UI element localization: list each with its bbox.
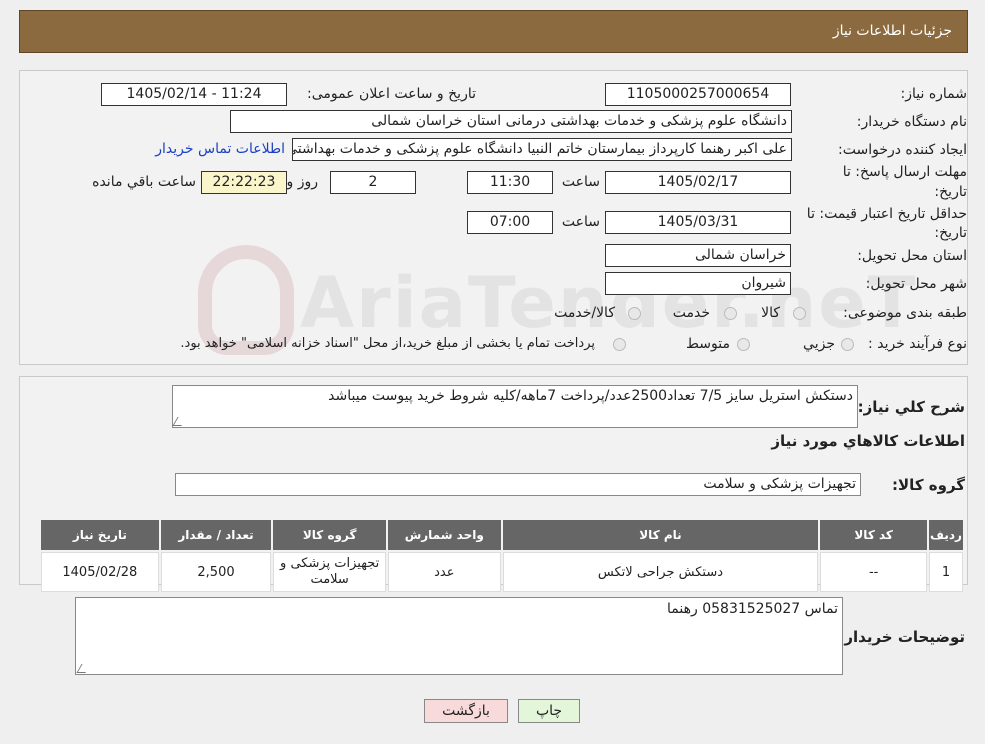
deadline-time-field[interactable]: 11:30 [467,171,553,194]
deadline-label: مهلت ارسال پاسخ: تا [842,164,967,180]
col-group: گروه کالا [273,520,386,550]
col-date: تاریخ نیاز [41,520,159,550]
validity-date-field[interactable]: 1405/03/31 [605,211,791,234]
process-radio-medium[interactable] [737,338,750,351]
description-field[interactable]: دستکش استریل سایز 7/5 تعداد2500عدد/پرداخ… [172,385,858,428]
deadline-label-date: تاریخ: [934,184,967,200]
days-label: روز و [286,174,319,190]
cell-name: دستکش جراحی لاتکس [502,552,819,592]
cell-group: تجهیزات پزشکی و سلامت [273,552,386,592]
table-row[interactable]: 1 -- دستکش جراحی لاتکس عدد تجهیزات پزشکی… [41,552,963,592]
process-option-small: جزیي [803,336,835,352]
buyer-org-label: نام دستگاه خریدار: [856,114,967,130]
table-header-row: ردیف کد کالا نام کالا واحد شمارش گروه کا… [41,520,963,550]
announce-field[interactable]: 1405/02/14 - 11:24 [101,83,287,106]
cell-row: 1 [928,552,963,592]
print-button[interactable]: چاپ [518,699,580,723]
buyer-notes-field[interactable]: تماس 05831525027 رهنما [75,597,843,675]
process-radio-small[interactable] [841,338,854,351]
province-label: استان محل تحویل: [857,248,967,264]
validity-time-field[interactable]: 07:00 [467,211,553,234]
process-option-medium: متوسط [686,336,730,352]
requester-field[interactable]: علی اکبر رهنما کارپرداز بیمارستان خاتم ا… [292,138,792,161]
col-name: نام کالا [502,520,819,550]
city-label: شهر محل تحویل: [865,276,967,292]
province-field[interactable]: خراسان شمالی [605,244,791,267]
category-option-both: کالا/خدمت [554,305,615,321]
validity-label-date: تاریخ: [934,225,967,241]
col-quantity: تعداد / مقدار [160,520,272,550]
process-radio-treasury[interactable] [613,338,626,351]
city-field[interactable]: شیروان [605,272,791,295]
category-radio-service[interactable] [724,307,737,320]
col-unit: واحد شمارش [387,520,501,550]
deadline-date-field[interactable]: 1405/02/17 [605,171,791,194]
buyer-notes-label: توضیحات خریدار: [838,628,965,646]
cell-date: 1405/02/28 [41,552,159,592]
process-treasury-note: پرداخت تمام یا بخشی از مبلغ خرید،از محل … [180,336,595,351]
goods-info-title: اطلاعات کالاهاي مورد نياز [771,432,965,450]
process-label: نوع فرآیند خرید : [868,336,967,352]
page-title: جزئیات اطلاعات نیاز [832,23,952,39]
category-option-service: خدمت [672,305,710,321]
category-radio-both[interactable] [628,307,641,320]
validity-label: حداقل تاریخ اعتبار قیمت: تا [806,206,967,222]
need-number-field[interactable]: 1105000257000654 [605,83,791,106]
days-field[interactable]: 2 [330,171,416,194]
items-table: ردیف کد کالا نام کالا واحد شمارش گروه کا… [39,518,965,594]
cell-unit: عدد [387,552,501,592]
cell-code: -- [820,552,927,592]
goods-group-label: گروه کالا: [892,476,965,494]
col-code: کد کالا [820,520,927,550]
description-label: شرح کلي نياز: [857,398,965,416]
back-button[interactable]: بازگشت [424,699,508,723]
requester-label: ایجاد کننده درخواست: [838,142,967,158]
category-option-goods: کالا [761,305,780,321]
col-row: ردیف [928,520,963,550]
goods-group-field[interactable]: تجهیزات پزشکی و سلامت [175,473,861,496]
page-header: جزئیات اطلاعات نیاز [19,10,968,53]
deadline-time-label: ساعت [561,174,600,190]
validity-time-label: ساعت [561,214,600,230]
announce-label: تاریخ و ساعت اعلان عمومی: [307,86,476,102]
remaining-time-field: 22:22:23 [201,171,287,194]
buyer-contact-link[interactable]: اطلاعات تماس خریدار [155,141,285,157]
category-radio-goods[interactable] [793,307,806,320]
buyer-org-field[interactable]: دانشگاه علوم پزشکی و خدمات بهداشتی درمان… [230,110,792,133]
need-number-label: شماره نیاز: [900,86,968,102]
cell-quantity: 2,500 [160,552,272,592]
category-label: طبقه بندی موضوعی: [843,305,967,321]
remaining-label: ساعت باقي مانده [92,174,196,190]
